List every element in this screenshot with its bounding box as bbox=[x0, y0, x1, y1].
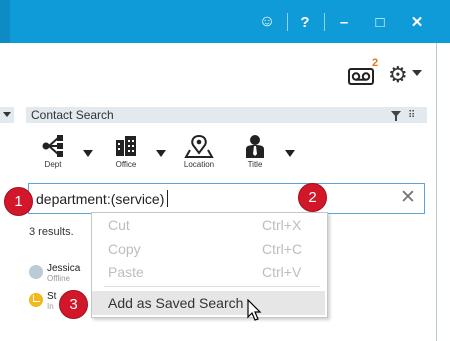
gear-icon[interactable]: ⚙ bbox=[388, 62, 408, 88]
text-cursor bbox=[167, 190, 168, 207]
step-marker-2: 2 bbox=[298, 183, 327, 212]
location-icon bbox=[184, 134, 214, 158]
title-icon bbox=[246, 135, 264, 158]
menu-item-cut: Cut bbox=[108, 217, 130, 233]
contact-search-title: Contact Search bbox=[31, 108, 114, 122]
avatar bbox=[29, 265, 43, 279]
title-separator bbox=[287, 13, 288, 31]
filter-icon-stem bbox=[395, 116, 397, 121]
location-label: Location bbox=[183, 160, 215, 169]
smiley-icon[interactable]: ☺ bbox=[256, 9, 278, 35]
location-filter-button[interactable]: Location bbox=[180, 134, 218, 172]
close-icon[interactable]: ✕ bbox=[406, 9, 428, 35]
title-dropdown-chevron[interactable] bbox=[285, 150, 295, 157]
office-label: Office bbox=[115, 160, 137, 169]
shortcut-copy: Ctrl+C bbox=[262, 241, 303, 257]
menu-item-copy: Copy bbox=[108, 241, 141, 257]
search-query-text: department:(service) bbox=[36, 191, 165, 207]
shortcut-paste: Ctrl+V bbox=[262, 264, 302, 280]
dept-icon bbox=[42, 135, 63, 157]
chevron-down-icon[interactable] bbox=[3, 112, 11, 117]
title-separator bbox=[324, 13, 325, 31]
title-bar-left-edge bbox=[0, 0, 10, 43]
dept-filter-button[interactable]: Dept bbox=[36, 134, 70, 172]
title-label: Title bbox=[247, 160, 263, 169]
menu-separator bbox=[104, 286, 320, 287]
window-edge bbox=[436, 43, 437, 341]
contact-status: In bbox=[47, 302, 54, 311]
chevron-down-icon[interactable] bbox=[412, 70, 422, 76]
office-dropdown-chevron[interactable] bbox=[156, 150, 166, 157]
maximize-icon[interactable]: □ bbox=[369, 9, 391, 35]
minimize-icon[interactable]: – bbox=[333, 9, 355, 35]
voicemail-icon[interactable] bbox=[348, 68, 374, 85]
clock-icon bbox=[33, 295, 40, 302]
voicemail-badge: 2 bbox=[372, 57, 379, 69]
help-icon[interactable]: ? bbox=[294, 9, 316, 35]
office-icon bbox=[116, 136, 136, 156]
grid-icon[interactable]: ⠿ bbox=[408, 110, 415, 121]
step-marker-3: 3 bbox=[59, 290, 88, 319]
office-filter-button[interactable]: Office bbox=[108, 134, 144, 172]
cursor-icon bbox=[247, 299, 262, 321]
shortcut-cut: Ctrl+X bbox=[262, 217, 302, 233]
dept-dropdown-chevron[interactable] bbox=[83, 150, 93, 157]
menu-item-paste: Paste bbox=[108, 264, 144, 280]
clear-search-icon[interactable]: ✕ bbox=[400, 186, 416, 209]
contact-name[interactable]: Jessica bbox=[47, 263, 80, 274]
step-marker-1: 1 bbox=[4, 187, 33, 216]
dept-label: Dept bbox=[44, 160, 62, 169]
results-count: 3 results. bbox=[29, 226, 74, 238]
title-filter-button[interactable]: Title bbox=[238, 134, 272, 172]
menu-item-add-saved-search[interactable]: Add as Saved Search bbox=[108, 295, 243, 311]
contact-status: Offline bbox=[47, 274, 70, 283]
contact-name[interactable]: St bbox=[47, 291, 56, 302]
